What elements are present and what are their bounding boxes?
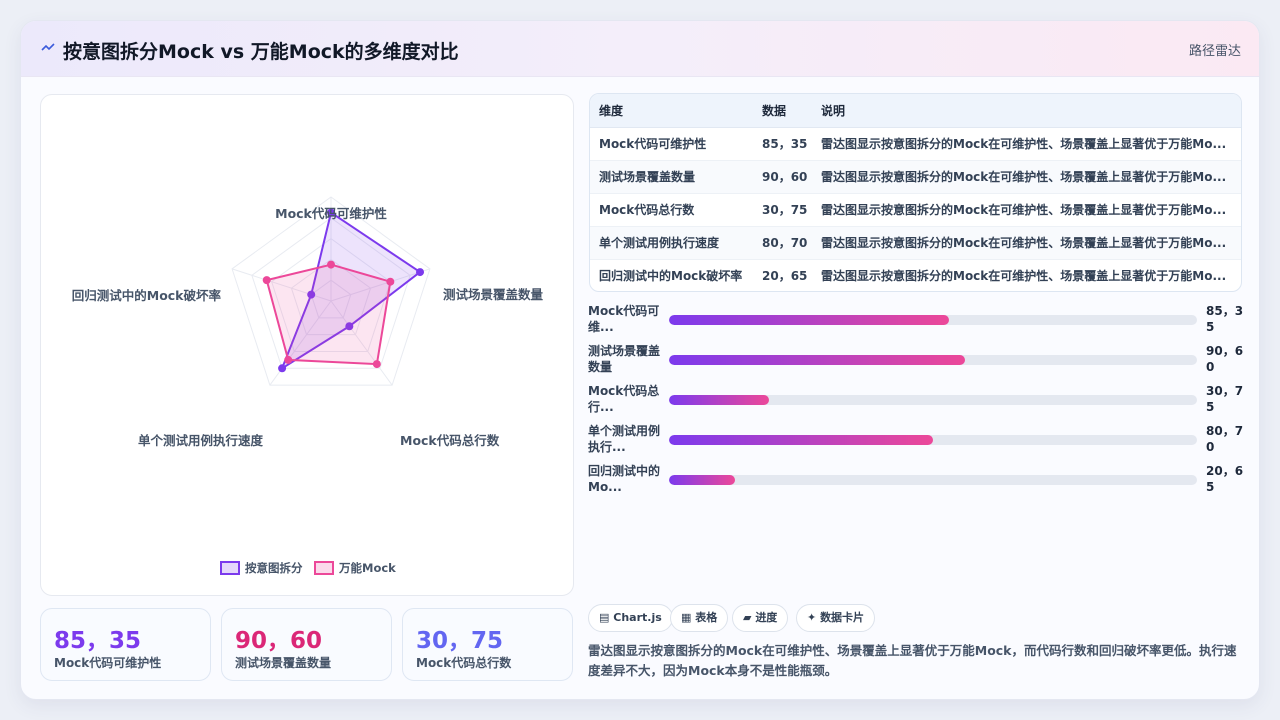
progress-track bbox=[669, 395, 1197, 405]
dashboard-card: 按意图拆分Mock vs 万能Mock的多维度对比 路径雷达 Mock代码可维护… bbox=[20, 20, 1260, 700]
table-header: 数据 bbox=[753, 94, 812, 128]
page-title: 按意图拆分Mock vs 万能Mock的多维度对比 bbox=[63, 41, 459, 63]
progress-row: 回归测试中的Mo... 20，65 bbox=[588, 463, 1248, 499]
header-right-label: 路径雷达 bbox=[1188, 44, 1241, 59]
table-header-row: 维度 数据 说明 bbox=[590, 94, 1241, 128]
progress-label: 回归测试中的Mo... bbox=[588, 464, 661, 494]
table-cell: 80，70 bbox=[753, 226, 812, 260]
table-icon: ▦ bbox=[681, 611, 692, 624]
radar-chart: Mock代码可维护性测试场景覆盖数量 Mock代码总行数 单个测试用例执行速度 回归测… bbox=[72, 196, 544, 575]
tag-label: 表格 bbox=[695, 611, 718, 624]
table-cell: 雷达图显示按意图拆分的Mock在可维护性、场景覆盖上显著优于万能Mo... bbox=[812, 127, 1241, 161]
tag-table[interactable]: ▦ 表格 bbox=[670, 604, 729, 632]
progress-track bbox=[669, 475, 1197, 485]
progress-label: 测试场景覆盖数量 bbox=[588, 344, 661, 374]
radar-axis-label: 回归测试中的Mock破坏率 bbox=[72, 288, 222, 303]
legend-swatch bbox=[220, 561, 240, 575]
progress-fill bbox=[669, 395, 770, 405]
card-icon: ✦ bbox=[807, 611, 817, 624]
data-table: 维度 数据 说明 Mock代码可维护性 85，35 雷达图显示按意图拆分的Moc… bbox=[589, 93, 1242, 292]
progress-track bbox=[669, 315, 1197, 325]
radar-axis-label: 测试场景覆盖数量 bbox=[443, 287, 544, 302]
table-cell: 雷达图显示按意图拆分的Mock在可维护性、场景覆盖上显著优于万能Mo... bbox=[812, 193, 1241, 227]
tag-label: 进度 bbox=[755, 611, 778, 624]
table-header: 维度 bbox=[590, 94, 753, 128]
table-cell: 20，65 bbox=[762, 269, 808, 284]
stat-card: 30，75 Mock代码总行数 bbox=[402, 608, 573, 681]
progress-value: 90，60 bbox=[1206, 344, 1244, 374]
progress-value: 80，70 bbox=[1206, 424, 1244, 454]
progress-list: Mock代码可维... 85，35 测试场景覆盖数量 90，60 Mock代码总… bbox=[588, 303, 1248, 503]
chart-icon: ▤ bbox=[599, 611, 610, 624]
radar-point bbox=[327, 260, 335, 269]
table-cell: 雷达图显示按意图拆分的Mock在可维护性、场景覆盖上显著优于万能Mo... bbox=[812, 160, 1241, 194]
stat-value: 90，60 bbox=[235, 628, 323, 654]
progress-label: Mock代码可维... bbox=[588, 304, 660, 334]
radar-chart-panel: Mock代码可维护性测试场景覆盖数量 Mock代码总行数 单个测试用例执行速度 回归测… bbox=[40, 94, 574, 596]
table-cell: 单个测试用例执行速度 bbox=[590, 226, 753, 260]
progress-row: 测试场景覆盖数量 90，60 bbox=[588, 343, 1248, 379]
progress-row: 单个测试用例执行... 80，70 bbox=[588, 423, 1248, 459]
progress-row: Mock代码可维... 85，35 bbox=[588, 303, 1248, 339]
table-cell: Mock代码总行数 bbox=[590, 193, 753, 227]
progress-track bbox=[669, 435, 1197, 445]
trend-icon bbox=[41, 43, 55, 51]
radar-series-area bbox=[265, 263, 392, 366]
table-cell: 90，60 bbox=[753, 160, 812, 194]
stat-value: 85，35 bbox=[54, 628, 142, 654]
table-cell: 回归测试中的Mock破坏率 bbox=[599, 269, 743, 284]
table-row: 回归测试中的Mock破坏率 20，65 雷达图显示按意图拆分的Mock在可维护性… bbox=[590, 259, 1241, 291]
table-cell: 雷达图显示按意图拆分的Mock在可维护性、场景覆盖上显著优于万能Mo... bbox=[821, 269, 1227, 284]
radar-axis-label: Mock代码总行数 bbox=[400, 433, 500, 448]
table-cell: 测试场景覆盖数量 bbox=[590, 160, 753, 194]
progress-value: 20，65 bbox=[1206, 464, 1244, 494]
progress-label: Mock代码总行... bbox=[588, 384, 660, 414]
table-cell: 雷达图显示按意图拆分的Mock在可维护性、场景覆盖上显著优于万能Mo... bbox=[812, 226, 1241, 260]
tag-data-card[interactable]: ✦ 数据卡片 bbox=[796, 604, 876, 632]
progress-track bbox=[669, 355, 1197, 365]
progress-icon: ▰ bbox=[743, 611, 752, 624]
table-row: 测试场景覆盖数量 90，60 雷达图显示按意图拆分的Mock在可维护性、场景覆盖… bbox=[590, 160, 1241, 194]
progress-fill bbox=[669, 435, 933, 445]
radar-axis-label: 单个测试用例执行速度 bbox=[138, 433, 264, 448]
legend-label: 万能Mock bbox=[338, 561, 396, 575]
table-cell: 30，75 bbox=[753, 193, 812, 227]
tag-label: Chart.js bbox=[613, 611, 662, 624]
summary-text: 雷达图显示按意图拆分的Mock在可维护性、场景覆盖上显著优于万能Mock，而代码… bbox=[588, 643, 1237, 678]
table-cell: Mock代码可维护性 bbox=[590, 127, 753, 161]
tag-label: 数据卡片 bbox=[820, 611, 865, 624]
legend-label: 按意图拆分 bbox=[245, 561, 303, 575]
progress-value: 85，35 bbox=[1206, 304, 1244, 334]
progress-value: 30，75 bbox=[1206, 384, 1244, 414]
stat-label: 测试场景覆盖数量 bbox=[235, 656, 332, 670]
tag-progress[interactable]: ▰ 进度 bbox=[732, 604, 789, 632]
radar-point bbox=[278, 364, 287, 373]
radar-point bbox=[416, 268, 425, 277]
progress-fill bbox=[669, 355, 965, 365]
progress-label: 单个测试用例执行... bbox=[588, 424, 661, 454]
radar-point bbox=[262, 276, 271, 285]
tag-chartjs[interactable]: ▤ Chart.js bbox=[588, 604, 673, 632]
radar-point bbox=[386, 277, 395, 286]
legend-swatch bbox=[314, 561, 334, 575]
table-row: 单个测试用例执行速度 80，70 雷达图显示按意图拆分的Mock在可维护性、场景… bbox=[590, 226, 1241, 260]
stat-value: 30，75 bbox=[416, 628, 504, 654]
header: 按意图拆分Mock vs 万能Mock的多维度对比 路径雷达 bbox=[21, 21, 1259, 77]
table-row: Mock代码总行数 30，75 雷达图显示按意图拆分的Mock在可维护性、场景覆… bbox=[590, 193, 1241, 227]
progress-row: Mock代码总行... 30，75 bbox=[588, 383, 1248, 419]
table-row: Mock代码可维护性 85，35 雷达图显示按意图拆分的Mock在可维护性、场景… bbox=[590, 127, 1241, 161]
radar-axis-label: Mock代码可维护性 bbox=[275, 206, 387, 221]
stat-label: Mock代码可维护性 bbox=[54, 656, 162, 670]
progress-fill bbox=[669, 315, 949, 325]
radar-point bbox=[284, 355, 293, 364]
radar-point bbox=[372, 360, 381, 369]
progress-fill bbox=[669, 475, 735, 485]
stat-label: Mock代码总行数 bbox=[416, 656, 512, 670]
stat-card: 90，60 测试场景覆盖数量 bbox=[221, 608, 392, 681]
table-cell: 85，35 bbox=[753, 127, 812, 161]
stat-card: 85，35 Mock代码可维护性 bbox=[40, 608, 211, 681]
table-header: 说明 bbox=[812, 94, 1241, 128]
